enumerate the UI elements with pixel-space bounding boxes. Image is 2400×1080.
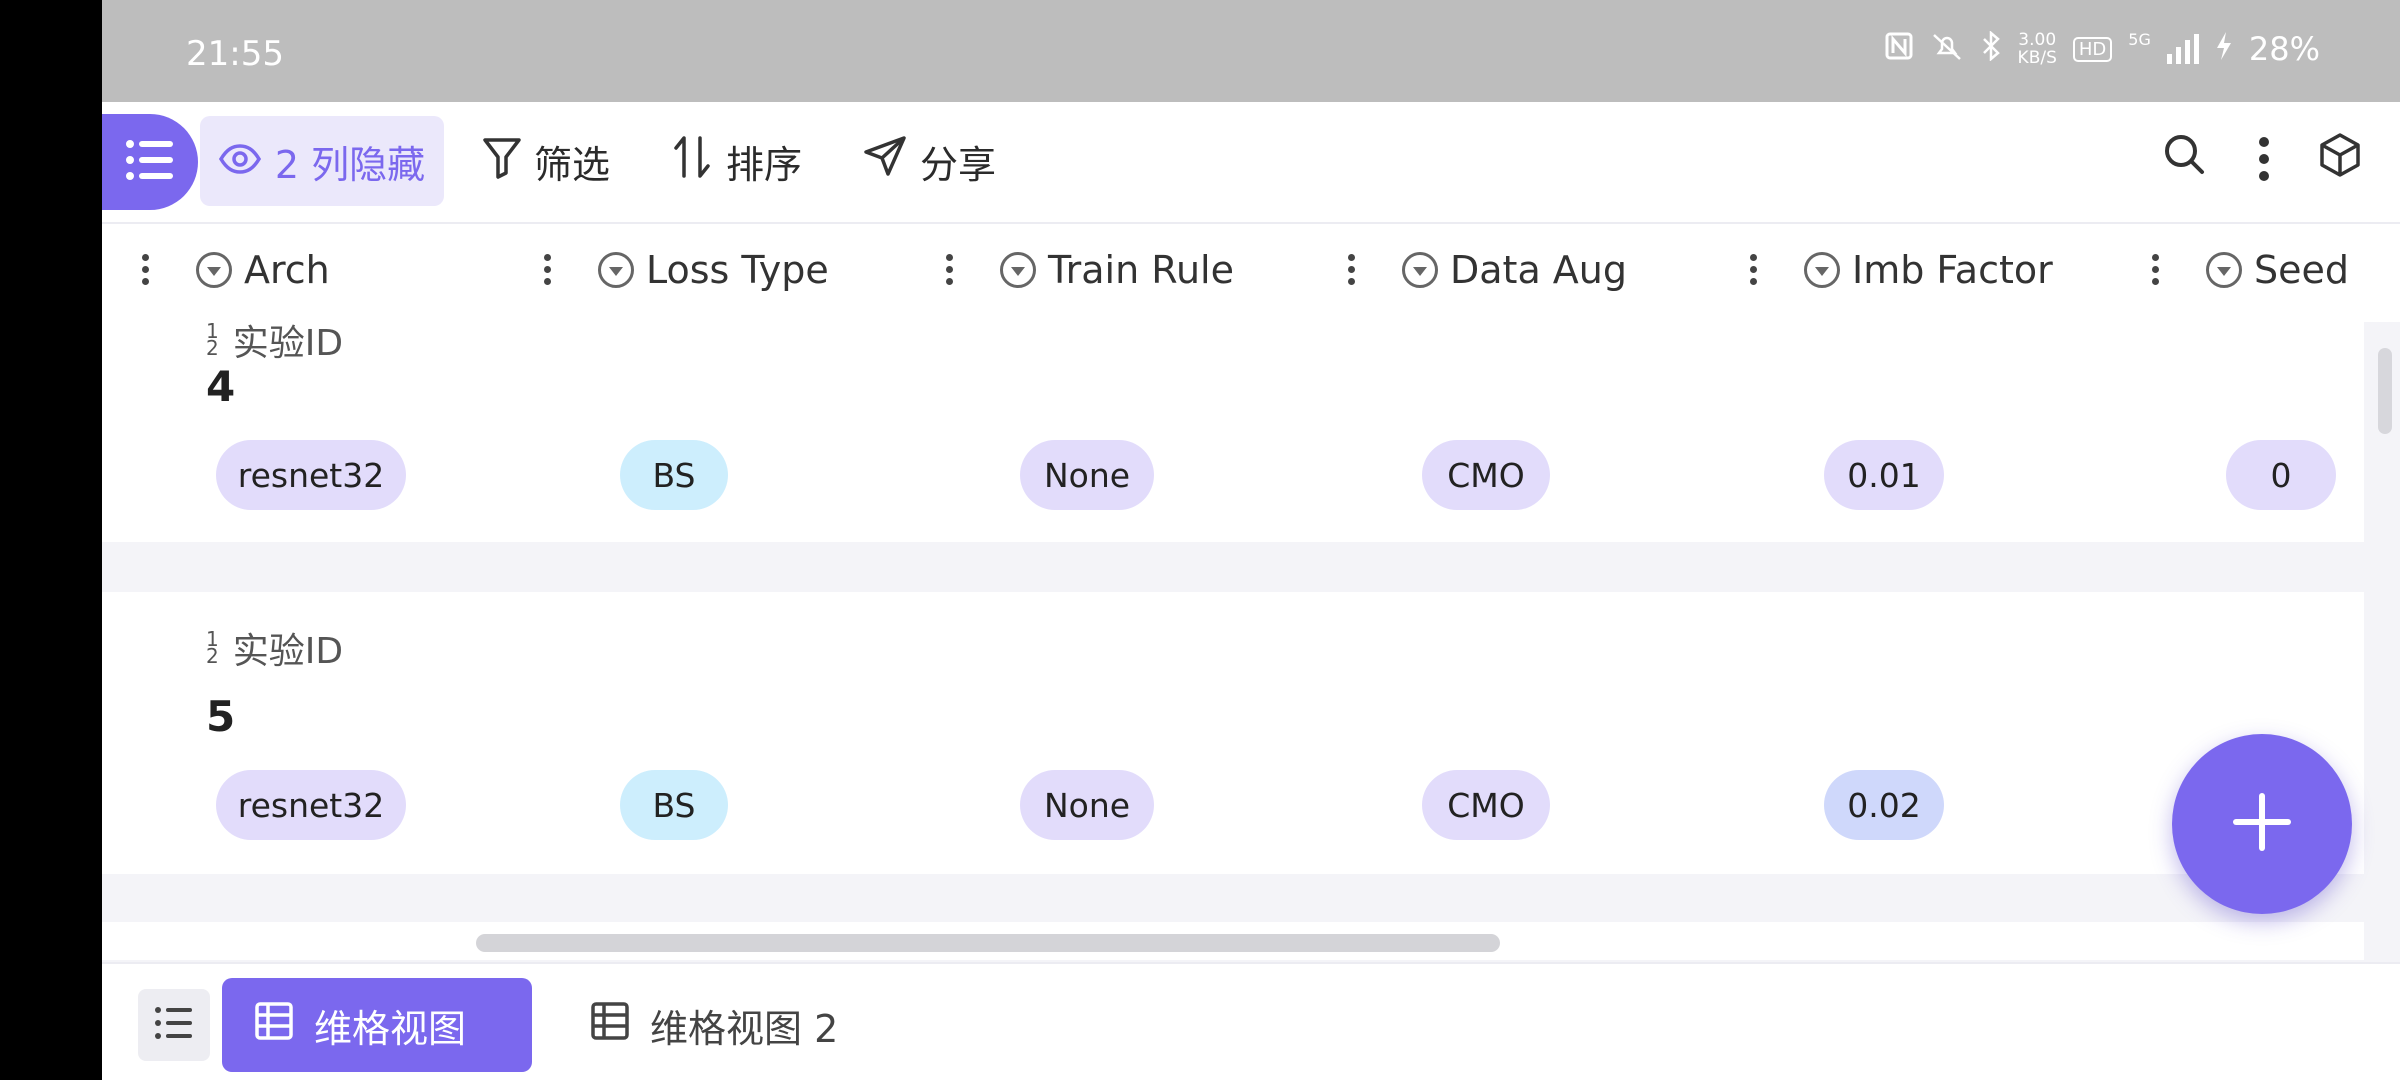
view-tab-label: 维格视图 2 <box>650 1006 839 1051</box>
grid-view-icon <box>254 1001 294 1050</box>
net-speed-value: 3.00 <box>2018 30 2057 50</box>
search-icon <box>2162 135 2206 180</box>
bluetooth-icon <box>1980 29 2002 68</box>
column-menu-icon[interactable] <box>1346 254 1356 290</box>
eye-icon <box>218 139 261 183</box>
views-list-button[interactable] <box>138 989 210 1061</box>
number-field-icon: 12 <box>206 322 219 360</box>
view-bar: 维格视图 维格视图 2 <box>102 962 2400 1080</box>
dropdown-circle-icon <box>1402 252 1438 288</box>
widget-button[interactable] <box>2318 132 2362 182</box>
column-title: Data Aug <box>1450 248 1628 292</box>
column-header-arch[interactable]: Arch <box>196 248 330 292</box>
cube-icon <box>2318 133 2362 182</box>
dropdown-circle-icon <box>2206 252 2242 288</box>
app-screen: 21:55 3.00 KB/S HD 5G 28% 2 列隐藏 筛选 排序 分享… <box>102 0 2400 1080</box>
cell-loss-type[interactable]: BS <box>620 770 728 840</box>
dropdown-circle-icon <box>1804 252 1840 288</box>
toolbar: 2 列隐藏 筛选 排序 分享 <box>102 102 2400 224</box>
hd-badge: HD <box>2072 36 2113 62</box>
column-header-data-aug[interactable]: Data Aug <box>1402 248 1627 292</box>
status-icons: 3.00 KB/S HD 5G 28% <box>1884 29 2320 68</box>
list-icon <box>154 1005 194 1045</box>
record-id: 4 <box>206 362 236 411</box>
record-card[interactable]: 12 实验ID 5 resnet32 BS None CMO 0.02 <box>102 592 2364 874</box>
share-button[interactable]: 分享 <box>862 116 996 206</box>
more-options-button[interactable] <box>2258 136 2270 186</box>
column-menu-icon[interactable] <box>542 254 552 290</box>
hidden-columns-label: 2 列隐藏 <box>274 142 426 187</box>
record-field-label: 12 实验ID <box>206 322 343 366</box>
dropdown-circle-icon <box>598 252 634 288</box>
battery-level: 28% <box>2248 30 2320 68</box>
column-header-seed[interactable]: Seed <box>2206 248 2349 292</box>
dropdown-circle-icon <box>1000 252 1036 288</box>
mute-icon <box>1930 31 1964 68</box>
plus-icon <box>2230 790 2294 858</box>
number-field-icon: 12 <box>206 627 219 668</box>
record-field-name: 实验ID <box>232 631 344 672</box>
hidden-columns-button[interactable]: 2 列隐藏 <box>200 116 444 206</box>
column-header-imb-factor[interactable]: Imb Factor <box>1804 248 2053 292</box>
column-header-loss-type[interactable]: Loss Type <box>598 248 829 292</box>
cell-loss-type[interactable]: BS <box>620 440 728 510</box>
net-speed-unit: KB/S <box>2017 48 2057 68</box>
filter-icon <box>482 135 522 188</box>
view-tab-grid-1[interactable]: 维格视图 <box>222 978 532 1072</box>
column-menu-icon[interactable] <box>140 254 150 290</box>
column-title: Seed <box>2254 248 2349 292</box>
status-bar: 21:55 3.00 KB/S HD 5G 28% <box>102 0 2400 102</box>
nfc-icon <box>1884 31 1914 68</box>
record-field-name: 实验ID <box>232 323 344 364</box>
record-id: 5 <box>206 692 236 741</box>
cell-imb-factor[interactable]: 0.01 <box>1824 440 1944 510</box>
share-label: 分享 <box>920 142 997 187</box>
sort-label: 排序 <box>726 142 803 187</box>
sort-button[interactable]: 排序 <box>672 116 802 206</box>
vertical-scrollbar[interactable] <box>2378 348 2392 434</box>
cell-train-rule[interactable]: None <box>1020 440 1154 510</box>
view-tab-grid-2[interactable]: 维格视图 2 <box>558 978 870 1072</box>
filter-button[interactable]: 筛选 <box>482 116 610 206</box>
view-tab-label: 维格视图 <box>314 1006 467 1051</box>
search-button[interactable] <box>2162 132 2206 180</box>
cell-train-rule[interactable]: None <box>1020 770 1154 840</box>
signal-icon <box>2166 34 2199 64</box>
cell-arch[interactable]: resnet32 <box>216 770 406 840</box>
network-type: 5G <box>2128 30 2151 49</box>
list-menu-icon <box>125 138 175 186</box>
column-header: Arch Loss Type Train Rule Data Aug Imb F… <box>102 224 2400 322</box>
column-menu-icon[interactable] <box>2150 254 2160 290</box>
column-header-train-rule[interactable]: Train Rule <box>1000 248 1234 292</box>
more-vertical-icon <box>2258 137 2270 186</box>
cell-data-aug[interactable]: CMO <box>1422 770 1550 840</box>
share-icon <box>862 134 908 189</box>
column-title: Arch <box>244 248 330 292</box>
cell-arch[interactable]: resnet32 <box>216 440 406 510</box>
column-menu-icon[interactable] <box>1748 254 1758 290</box>
sidebar-menu-button[interactable] <box>102 114 198 210</box>
dropdown-circle-icon <box>196 252 232 288</box>
column-title: Loss Type <box>646 248 829 292</box>
record-list: 12 实验ID 4 resnet32 BS None CMO 0.01 0 12… <box>102 322 2364 960</box>
cell-data-aug[interactable]: CMO <box>1422 440 1550 510</box>
record-card[interactable]: 12 实验ID 4 resnet32 BS None CMO 0.01 0 <box>102 322 2364 542</box>
column-title: Train Rule <box>1048 248 1234 292</box>
column-menu-icon[interactable] <box>944 254 954 290</box>
cell-imb-factor[interactable]: 0.02 <box>1824 770 1944 840</box>
horizontal-scrollbar[interactable] <box>476 934 1500 952</box>
sort-icon <box>672 134 714 189</box>
filter-label: 筛选 <box>534 142 611 187</box>
column-title: Imb Factor <box>1852 248 2053 292</box>
record-field-label: 12 实验ID <box>206 622 343 674</box>
status-time: 21:55 <box>186 34 284 74</box>
add-record-button[interactable] <box>2172 734 2352 914</box>
net-speed: 3.00 KB/S <box>2018 31 2057 67</box>
grid-view-icon <box>590 1001 630 1050</box>
cell-seed[interactable]: 0 <box>2226 440 2336 510</box>
charging-icon <box>2215 31 2233 68</box>
